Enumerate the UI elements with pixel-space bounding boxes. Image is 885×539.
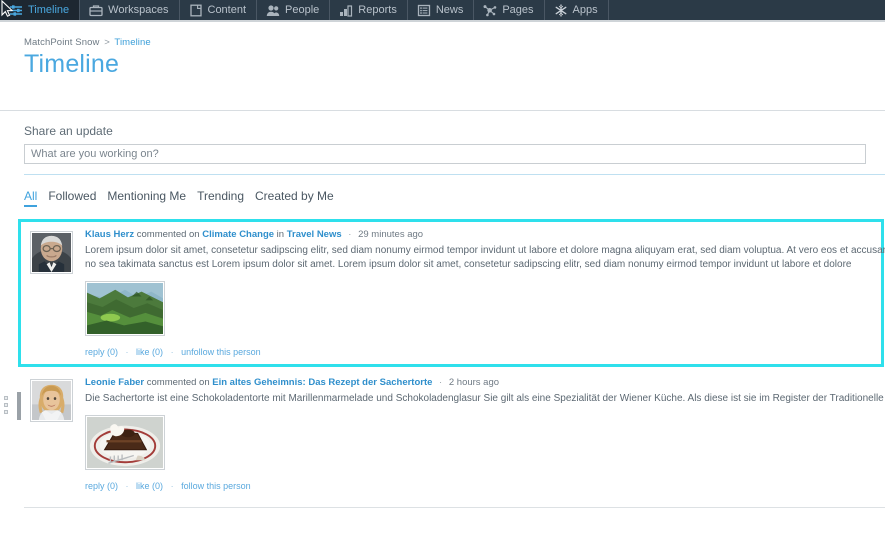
workspaces-icon: [89, 4, 103, 17]
nav-item-workspaces[interactable]: Workspaces: [80, 0, 180, 20]
post-body: Klaus Herz commented on Climate Change i…: [85, 229, 885, 357]
nav-item-label: Timeline: [28, 3, 70, 16]
filter-tab-created-by-me[interactable]: Created by Me: [255, 189, 334, 207]
post-text: Die Sachertorte ist eine Schokoladentort…: [85, 392, 884, 404]
nav-item-people[interactable]: People: [257, 0, 331, 20]
post-author[interactable]: Leonie Faber: [85, 377, 144, 388]
nav-item-label: People: [285, 3, 320, 16]
nav-item-label: Reports: [358, 3, 397, 16]
filter-tab-mentioning-me[interactable]: Mentioning Me: [107, 189, 186, 207]
avatar[interactable]: [30, 230, 73, 274]
feed-filter-tabs: All Followed Mentioning Me Trending Crea…: [24, 189, 885, 207]
page-content: MatchPoint Snow > Timeline Timeline Shar…: [0, 37, 885, 508]
action-separator: ·: [125, 346, 129, 357]
nav-empty-area: [609, 0, 885, 20]
timeline-icon: [9, 4, 23, 17]
post-timestamp: 29 minutes ago: [358, 228, 424, 240]
action-separator: ·: [170, 480, 174, 491]
post-follow-toggle-link[interactable]: follow this person: [181, 481, 251, 491]
nav-item-reports[interactable]: Reports: [330, 0, 408, 20]
top-navigation-bar: Timeline Workspaces Content People Repor…: [0, 0, 885, 22]
breadcrumb: MatchPoint Snow > Timeline: [24, 37, 885, 48]
handle-dot: [4, 396, 8, 400]
people-icon: [266, 4, 280, 17]
post-action-verb: commented on: [136, 228, 200, 240]
breadcrumb-separator: >: [104, 37, 110, 48]
content-icon: [189, 4, 203, 17]
post-target-link[interactable]: Climate Change: [202, 229, 274, 240]
post-header: Leonie Faber commented on Ein altes Gehe…: [85, 377, 884, 388]
nav-item-content[interactable]: Content: [180, 0, 258, 20]
post-target-link[interactable]: Ein altes Geheimnis: Das Rezept der Sach…: [212, 377, 432, 388]
nav-item-apps[interactable]: Apps: [545, 0, 609, 20]
nav-item-label: Workspaces: [108, 3, 169, 16]
nav-item-timeline[interactable]: Timeline: [0, 0, 81, 20]
post-follow-toggle-link[interactable]: unfollow this person: [181, 347, 261, 357]
filter-tab-all[interactable]: All: [24, 189, 38, 207]
timeline-feed: Klaus Herz commented on Climate Change i…: [18, 218, 885, 508]
reports-icon: [339, 4, 353, 17]
breadcrumb-current[interactable]: Timeline: [114, 37, 150, 48]
post-timestamp: 2 hours ago: [448, 376, 500, 388]
feed-post[interactable]: Klaus Herz commented on Climate Change i…: [18, 218, 885, 367]
nav-item-label: Content: [207, 3, 247, 16]
post-thumbnail[interactable]: [85, 280, 165, 336]
handle-dot: [4, 403, 8, 407]
post-separator: ·: [439, 376, 443, 388]
feed-post[interactable]: Leonie Faber commented on Ein altes Gehe…: [18, 367, 884, 501]
post-separator: ·: [348, 228, 352, 240]
drag-handle-icon[interactable]: [4, 396, 9, 414]
post-reply-link[interactable]: reply (0): [85, 481, 118, 491]
post-thumbnail[interactable]: [85, 414, 165, 470]
nav-item-news[interactable]: News: [408, 0, 475, 20]
post-actions: reply (0) · like (0) · follow this perso…: [85, 481, 884, 491]
share-update-input[interactable]: [24, 143, 866, 164]
page-title: Timeline: [24, 50, 120, 78]
pages-icon: [483, 4, 497, 17]
nav-item-label: Pages: [502, 3, 534, 16]
news-icon: [417, 4, 431, 17]
handle-dot: [4, 410, 8, 414]
share-update-label: Share an update: [24, 123, 113, 138]
apps-icon: [554, 3, 568, 17]
post-body: Leonie Faber commented on Ein altes Gehe…: [85, 377, 884, 491]
post-like-link[interactable]: like (0): [136, 347, 163, 357]
nav-item-label: News: [435, 3, 464, 16]
nav-item-label: Apps: [572, 3, 598, 16]
post-actions: reply (0) · like (0) · unfollow this per…: [85, 347, 881, 357]
avatar[interactable]: [30, 378, 73, 422]
post-like-link[interactable]: like (0): [136, 481, 163, 491]
post-header: Klaus Herz commented on Climate Change i…: [85, 229, 881, 240]
filter-tab-followed[interactable]: Followed: [48, 189, 96, 207]
post-text: Lorem ipsum dolor sit amet, consetetur s…: [85, 244, 885, 270]
post-in-word: in: [276, 228, 285, 240]
post-reply-link[interactable]: reply (0): [85, 347, 118, 357]
post-action-verb: commented on: [146, 376, 210, 388]
post-location-link[interactable]: Travel News: [287, 229, 342, 240]
nav-item-pages[interactable]: Pages: [474, 0, 545, 20]
breadcrumb-root[interactable]: MatchPoint Snow: [24, 37, 99, 48]
action-separator: ·: [125, 480, 129, 491]
feed-post-divider: [24, 506, 885, 508]
filter-tab-trending[interactable]: Trending: [197, 189, 244, 207]
action-separator: ·: [170, 346, 174, 357]
edge-scroll-bar[interactable]: [17, 392, 21, 420]
post-author[interactable]: Klaus Herz: [85, 229, 134, 240]
header-divider: [0, 109, 885, 111]
share-divider: [24, 173, 885, 175]
